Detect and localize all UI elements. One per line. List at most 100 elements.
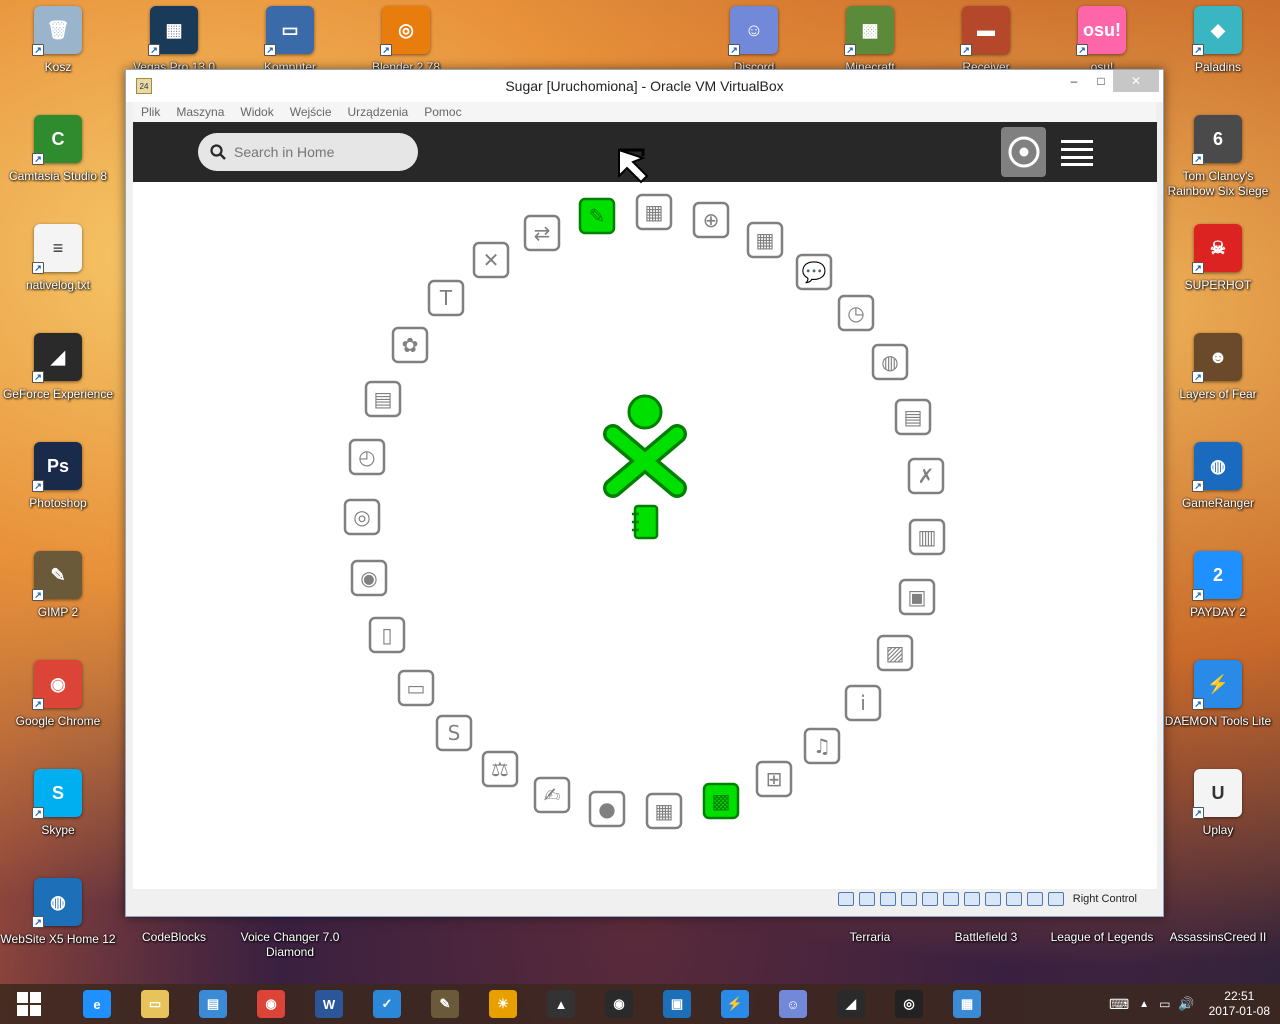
share-class-activity-icon[interactable]: ▣ [892,572,942,622]
keyboard-tray-icon[interactable]: ⌨ [1109,996,1129,1013]
display-status-icon[interactable] [963,892,980,906]
start-button[interactable] [0,984,58,1024]
taskbar-file-manager-button[interactable]: ▤ [184,984,242,1024]
taskbar-ie-button[interactable]: e [68,984,126,1024]
desktop-shortcut[interactable]: ◉ ↗ Google Chrome [0,660,116,764]
speak-activity-icon[interactable]: ✗ [901,451,951,501]
memorize-activity-icon[interactable]: ▦ [639,786,689,836]
taskbar-explorer-button[interactable]: ▭ [126,984,184,1024]
desktop-shortcut[interactable]: ✎ ↗ GIMP 2 [0,551,116,655]
search-box[interactable] [198,133,418,171]
title-bar[interactable]: 24 Sugar [Uruchomiona] - Oracle VM Virtu… [126,70,1163,102]
record-activity-icon[interactable]: ◉ [344,553,394,603]
turtle-art-activity-icon[interactable]: ✿ [385,320,435,370]
write-activity-icon[interactable]: ✎ [572,191,622,241]
mouse-status-icon[interactable] [1026,892,1043,906]
close-button[interactable]: ✕ [1113,70,1159,92]
taskbar-discord-button[interactable]: ☺ [764,984,822,1024]
calculate-activity-icon[interactable]: ▦ [740,215,790,265]
desktop-shortcut[interactable]: ◆ ↗ Paladins [1160,6,1276,110]
taskbar-word-button[interactable]: W [300,984,358,1024]
read-activity-icon[interactable]: ▯ [362,610,412,660]
desktop-shortcut[interactable]: S ↗ Skype [0,769,116,873]
desktop-shortcut[interactable]: ◢ ↗ GeForce Experience [0,333,116,437]
hdd-status-icon[interactable] [837,892,854,906]
usb-status-icon[interactable] [921,892,938,906]
story-activity-icon[interactable]: ▤ [358,374,408,424]
desktop-shortcut[interactable]: 2 ↗ PAYDAY 2 [1160,551,1276,655]
volume-tray-icon[interactable]: 🔊 [1178,996,1194,1012]
desktop-shortcut[interactable]: ⚡ ↗ DAEMON Tools Lite [1160,660,1276,764]
taskbar-sun-button[interactable]: ☀ [474,984,532,1024]
tic-tac-toe-activity-icon[interactable]: ✕ [466,235,516,285]
taskbar-network-button[interactable]: ▦ [938,984,996,1024]
network-tray-icon[interactable]: ▭ [1159,997,1170,1011]
desktop-shortcut[interactable]: Ps ↗ Photoshop [0,442,116,546]
pippy-activity-icon[interactable]: S [429,708,479,758]
taskbar-daemon-button[interactable]: ⚡ [706,984,764,1024]
taskbar-obs-button[interactable]: ◎ [880,984,938,1024]
battlefield-shortcut[interactable]: Battlefield 3 [928,930,1044,970]
menu-maszyna[interactable]: Maszyna [176,105,224,119]
assassins-creed-shortcut[interactable]: AssassinsCreed II [1160,930,1276,970]
music-activity-icon[interactable]: ♫ [797,721,847,771]
terminal-activity-icon[interactable]: ⇄ [517,208,567,258]
browse-activity-icon[interactable]: ⊕ [686,195,736,245]
menu-plik[interactable]: Plik [141,105,160,119]
help-activity-icon[interactable]: ▥ [902,512,952,562]
home-view-button[interactable] [1001,127,1046,177]
vt-status-icon[interactable] [1005,892,1022,906]
paint-activity-icon[interactable]: ✍ [527,770,577,820]
xo-buddy-icon[interactable] [603,392,687,502]
image-viewer-activity-icon[interactable]: ▨ [870,628,920,678]
guest-screen[interactable]: ✎ ▦ ⊕ ▦ 💬 ◷ ◍ ▤ ✗ ▥ ▣ ▨ i ♫ ⊞ ▩ ▦ ● ✍ ⚖ S ▭ ▯ ◉ ◎ ◴ ▤ ✿ T ✕ ⇄ [133,122,1157,890]
shared-folder-status-icon[interactable] [942,892,959,906]
voice-changer-shortcut[interactable]: Voice Changer 7.0 Diamond [232,930,348,970]
mind-map-activity-icon[interactable]: ⊞ [749,754,799,804]
menu-pomoc[interactable]: Pomoc [424,105,461,119]
presentation-activity-icon[interactable]: ▭ [391,663,441,713]
taskbar-gimp-button[interactable]: ✎ [416,984,474,1024]
optical-status-icon[interactable] [858,892,875,906]
world-map-activity-icon[interactable]: ◍ [865,337,915,387]
fototoon-activity-icon[interactable]: ▤ [888,392,938,442]
speak-face-activity-icon[interactable]: ◎ [337,492,387,542]
measure-activity-icon[interactable]: ⚖ [475,744,525,794]
taskbar-inkscape-button[interactable]: ▲ [532,984,590,1024]
menu-urzadzenia[interactable]: Urządzenia [348,105,409,119]
desktop-shortcut[interactable]: ☻ ↗ Layers of Fear [1160,333,1276,437]
audio-status-icon[interactable] [879,892,896,906]
minimize-button[interactable]: – [1059,70,1089,92]
clock[interactable]: 22:51 2017-01-08 [1209,989,1270,1019]
taskbar-virtualbox-button[interactable]: ▣ [648,984,706,1024]
clock-activity-icon[interactable]: ◷ [831,288,881,338]
stopwatch-activity-icon[interactable]: ◴ [342,432,392,482]
desktop-shortcut[interactable]: U ↗ Uplay [1160,769,1276,873]
desktop-shortcut[interactable]: ≡ ↗ nativelog.txt [0,224,116,328]
desktop-shortcut[interactable]: ◍ ↗ GameRanger [1160,442,1276,546]
recording-status-icon[interactable] [984,892,1001,906]
desktop-shortcut[interactable]: 6 ↗ Tom Clancy's Rainbow Six Siege [1160,115,1276,219]
taskbar-chrome-button[interactable]: ◉ [242,984,300,1024]
search-input[interactable] [234,144,414,160]
desktop-shortcut[interactable]: ☠ ↗ SUPERHOT [1160,224,1276,328]
moon-activity-icon[interactable]: ● [582,784,632,834]
league-shortcut[interactable]: League of Legends [1044,930,1160,970]
desktop-shortcut[interactable]: ◍ ↗ WebSite X5 Home 12 [0,878,116,982]
taskbar-wunderlist-button[interactable]: ✓ [358,984,416,1024]
network-status-icon[interactable] [900,892,917,906]
taskbar-geforce-button[interactable]: ◢ [822,984,880,1024]
taskbar-camera-button[interactable]: ◉ [590,984,648,1024]
journal-icon[interactable] [630,504,660,540]
typing-turtle-activity-icon[interactable]: T [421,273,471,323]
maze-activity-icon[interactable]: ▩ [696,776,746,826]
tray-expand-icon[interactable]: ▲ [1139,999,1149,1010]
desktop-shortcut[interactable]: 🗑 ↗ Kosz [0,6,116,110]
codeblocks-shortcut[interactable]: CodeBlocks [116,930,232,970]
menu-widok[interactable]: Widok [240,105,273,119]
menu-wejscie[interactable]: Wejście [290,105,332,119]
abacus-activity-icon[interactable]: ▦ [629,187,679,237]
desktop-shortcut[interactable]: C ↗ Camtasia Studio 8 [0,115,116,219]
list-view-button[interactable] [1054,127,1099,177]
terraria-shortcut[interactable]: Terraria [812,930,928,970]
